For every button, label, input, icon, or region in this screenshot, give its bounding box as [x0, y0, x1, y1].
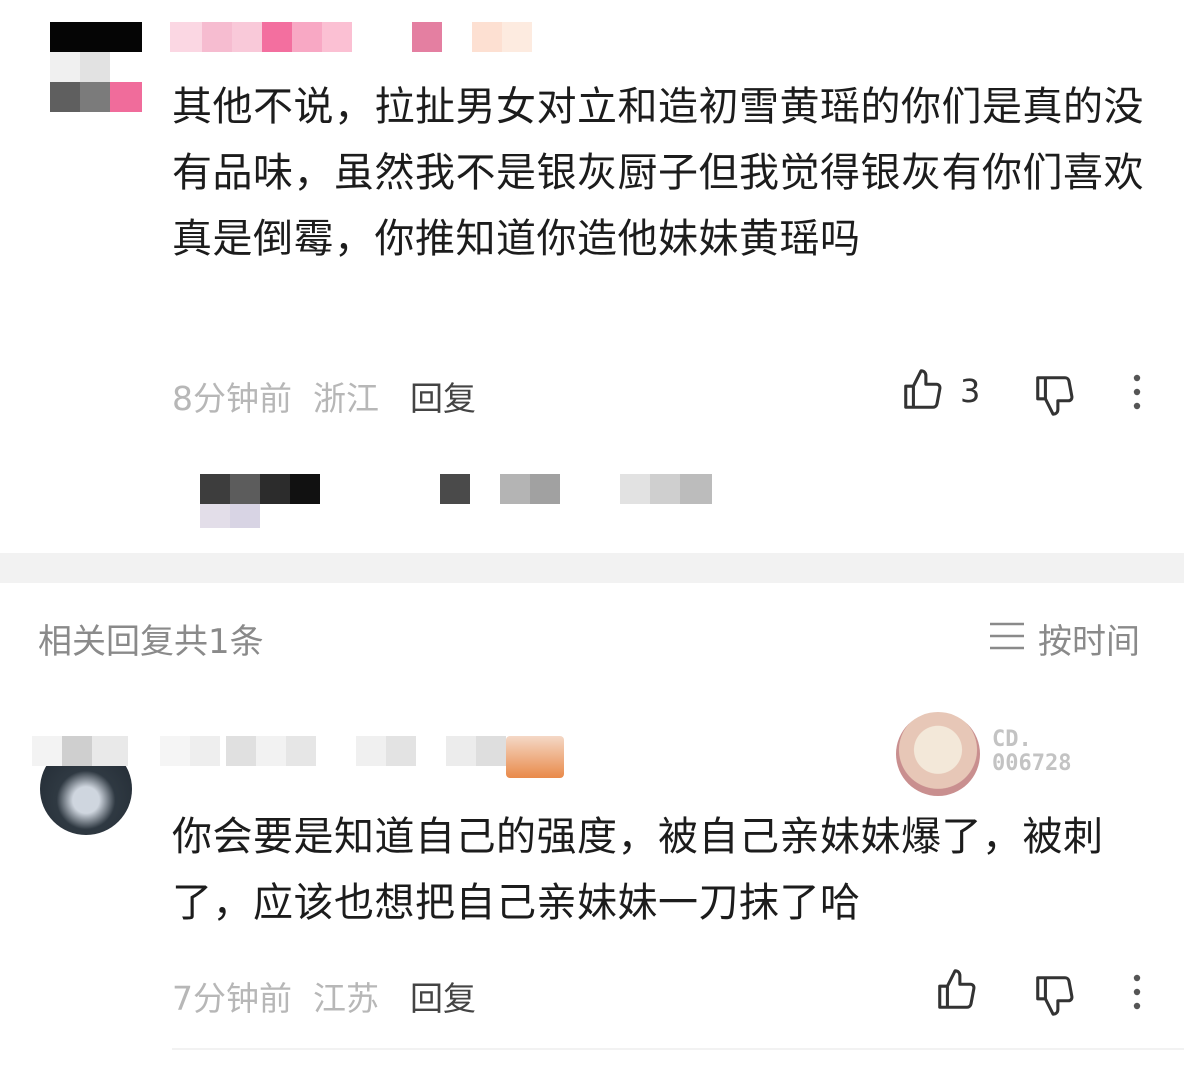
section-divider: [0, 553, 1184, 583]
replies-count-title: 相关回复共1条: [38, 622, 264, 662]
sort-by-time-button[interactable]: 按时间: [1038, 614, 1140, 663]
reply1-location: 江苏: [313, 979, 379, 1018]
badge-code: CD. 006728: [992, 727, 1072, 776]
reply1-reply-button[interactable]: 回复: [410, 972, 476, 1020]
comment1-time: 8分钟前: [172, 379, 292, 418]
level-badge: [506, 736, 564, 778]
more-vertical-icon[interactable]: [1128, 372, 1146, 412]
thumbs-down-icon[interactable]: [1032, 372, 1078, 418]
thumbs-down-icon[interactable]: [1032, 972, 1078, 1018]
thumbs-up-icon[interactable]: [900, 367, 946, 413]
avatar-badge-decoration: [896, 712, 980, 796]
sort-lines-icon[interactable]: [988, 620, 1026, 652]
more-vertical-icon[interactable]: [1128, 972, 1146, 1012]
reply1-text: 你会要是知道自己的强度，被自己亲妹妹爆了，被刺了，应该也想把自己亲妹妹一刀抹了哈: [172, 814, 1104, 926]
comment1-like-count: 3: [960, 372, 981, 410]
comment1-reply-button[interactable]: 回复: [410, 372, 476, 420]
bottom-divider: [172, 1048, 1184, 1050]
comment1-text: 其他不说，拉扯男女对立和造初雪黄瑶的你们是真的没有品味，虽然我不是银灰厨子但我觉…: [172, 84, 1144, 262]
comment1-location: 浙江: [313, 379, 379, 418]
reply1-time: 7分钟前: [172, 979, 292, 1018]
thumbs-up-icon[interactable]: [934, 967, 980, 1013]
